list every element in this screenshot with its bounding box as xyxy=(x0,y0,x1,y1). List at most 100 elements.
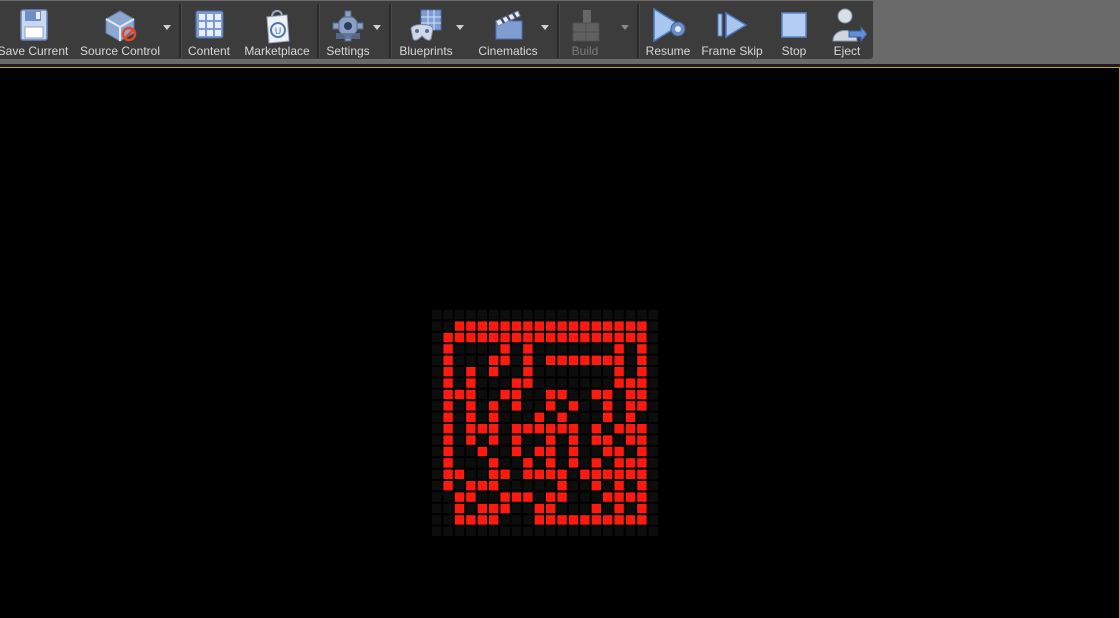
maze-cell-lit xyxy=(489,332,499,343)
maze-cell-lit xyxy=(637,435,647,445)
maze-cell-empty xyxy=(432,481,442,491)
maze-cell-lit xyxy=(637,355,647,365)
maze-cell-empty xyxy=(511,503,522,514)
maze-cell-lit xyxy=(443,344,453,354)
maze-cell-empty xyxy=(511,481,522,491)
maze-cell-empty xyxy=(489,310,499,320)
maze-cell-empty xyxy=(580,458,590,468)
maze-cell-empty xyxy=(523,412,533,422)
maze-cell-lit xyxy=(614,492,624,502)
maze-cell-empty xyxy=(432,492,442,502)
source-control-button[interactable]: Source Control xyxy=(78,1,162,59)
maze-cell-lit xyxy=(580,332,590,343)
maze-cell-empty xyxy=(443,310,453,320)
maze-cell-empty xyxy=(637,412,647,422)
blueprints-dropdown-arrow[interactable] xyxy=(456,25,464,30)
maze-cell-empty xyxy=(546,378,556,388)
maze-cell-empty xyxy=(466,344,476,354)
marketplace-button[interactable]: U Marketplace xyxy=(241,1,313,59)
resume-button[interactable]: Resume xyxy=(643,1,693,59)
maze-cell-lit xyxy=(603,389,613,400)
marketplace-label: Marketplace xyxy=(244,44,310,58)
maze-cell-lit xyxy=(603,401,613,411)
blueprints-button[interactable]: Blueprints xyxy=(394,1,458,59)
maze-cell-lit xyxy=(534,332,544,343)
maze-cell-lit xyxy=(466,424,476,434)
maze-cell-lit xyxy=(568,355,579,365)
maze-cell-empty xyxy=(648,481,658,491)
maze-cell-lit xyxy=(511,435,522,445)
build-button[interactable]: Build xyxy=(562,1,608,59)
maze-cell-empty xyxy=(568,367,579,377)
eject-button[interactable]: Eject xyxy=(826,1,868,59)
settings-dropdown-arrow[interactable] xyxy=(373,25,381,30)
maze-cell-empty xyxy=(500,401,510,411)
maze-cell-lit xyxy=(534,503,544,514)
maze-cell-lit xyxy=(591,332,601,343)
maze-cell-lit xyxy=(500,389,510,400)
maze-cell-lit xyxy=(557,515,567,525)
marketplace-bag-icon: U xyxy=(257,5,297,45)
maze-cell-lit xyxy=(637,389,647,400)
maze-cell-empty xyxy=(625,446,636,457)
maze-cell-lit xyxy=(546,458,556,468)
maze-cell-empty xyxy=(511,469,522,479)
maze-cell-empty xyxy=(523,401,533,411)
maze-cell-lit xyxy=(454,515,465,525)
maze-cell-lit xyxy=(546,492,556,502)
maze-cell-lit xyxy=(557,481,567,491)
cinematics-button[interactable]: Cinematics xyxy=(474,1,542,59)
maze-cell-lit xyxy=(477,321,487,331)
maze-cell-empty xyxy=(466,446,476,457)
maze-cell-lit xyxy=(580,321,590,331)
maze-cell-empty xyxy=(603,526,613,536)
maze-cell-lit xyxy=(443,401,453,411)
maze-cell-empty xyxy=(580,310,590,320)
save-current-button[interactable]: Save Current xyxy=(0,1,68,59)
content-button[interactable]: Content xyxy=(184,1,234,59)
maze-cell-lit xyxy=(443,367,453,377)
maze-cell-lit xyxy=(637,424,647,434)
cinematics-dropdown-arrow[interactable] xyxy=(541,25,549,30)
maze-cell-lit xyxy=(466,515,476,525)
maze-cell-lit xyxy=(443,424,453,434)
maze-cell-empty xyxy=(557,344,567,354)
maze-cell-empty xyxy=(500,310,510,320)
settings-button[interactable]: Settings xyxy=(322,1,374,59)
source-control-dropdown-arrow[interactable] xyxy=(163,25,171,30)
maze-cell-lit xyxy=(637,321,647,331)
build-blocks-icon xyxy=(565,5,605,45)
eject-person-icon xyxy=(827,5,867,45)
maze-cell-lit xyxy=(511,492,522,502)
maze-cell-lit xyxy=(614,355,624,365)
maze-cell-lit xyxy=(557,389,567,400)
maze-cell-empty xyxy=(477,378,487,388)
maze-cell-empty xyxy=(580,401,590,411)
maze-cell-empty xyxy=(454,344,465,354)
maze-cell-empty xyxy=(477,344,487,354)
build-dropdown-arrow[interactable] xyxy=(621,25,629,30)
maze-cell-empty xyxy=(534,401,544,411)
maze-cell-empty xyxy=(557,401,567,411)
maze-cell-empty xyxy=(557,526,567,536)
maze-cell-lit xyxy=(466,401,476,411)
maze-cell-empty xyxy=(580,424,590,434)
maze-cell-lit xyxy=(489,401,499,411)
maze-cell-empty xyxy=(432,503,442,514)
maze-cell-lit xyxy=(534,515,544,525)
maze-cell-lit xyxy=(625,435,636,445)
content-grid-icon xyxy=(189,5,229,45)
maze-cell-lit xyxy=(591,503,601,514)
maze-cell-empty xyxy=(648,367,658,377)
frame-skip-button[interactable]: Frame Skip xyxy=(699,1,765,59)
maze-cell-lit xyxy=(625,492,636,502)
maze-cell-empty xyxy=(432,526,442,536)
game-viewport[interactable] xyxy=(0,67,1120,618)
maze-cell-empty xyxy=(489,446,499,457)
maze-cell-empty xyxy=(546,481,556,491)
maze-cell-empty xyxy=(432,515,442,525)
maze-cell-empty xyxy=(523,435,533,445)
stop-button[interactable]: Stop xyxy=(774,1,814,59)
maze-cell-lit xyxy=(603,446,613,457)
maze-cell-lit xyxy=(568,401,579,411)
